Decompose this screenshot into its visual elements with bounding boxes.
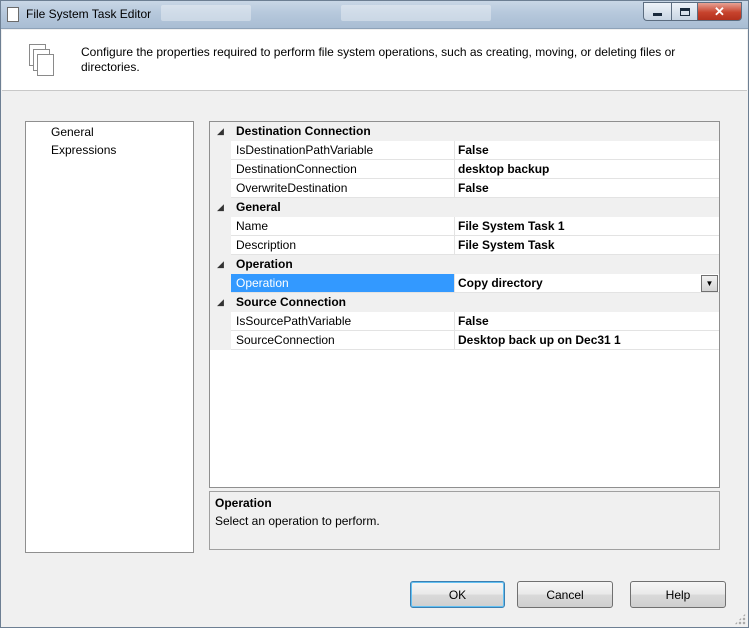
close-icon: ✕ xyxy=(714,3,725,19)
description-pane: Operation Select an operation to perform… xyxy=(209,491,720,550)
property-value[interactable]: File System Task 1 xyxy=(455,217,719,236)
property-name: Name xyxy=(231,217,455,236)
property-row[interactable]: Description File System Task xyxy=(210,236,719,255)
resize-grip[interactable] xyxy=(734,613,746,625)
property-row[interactable]: Name File System Task 1 xyxy=(210,217,719,236)
category-destination-connection[interactable]: ◢ Destination Connection xyxy=(210,122,719,141)
property-value[interactable]: False xyxy=(455,179,719,198)
description-title: Operation xyxy=(215,496,272,510)
nav-item-general[interactable]: General xyxy=(50,124,95,140)
property-name: SourceConnection xyxy=(231,331,455,350)
property-name: IsSourcePathVariable xyxy=(231,312,455,331)
property-name: OverwriteDestination xyxy=(231,179,455,198)
category-source-connection[interactable]: ◢ Source Connection xyxy=(210,293,719,312)
property-name: Description xyxy=(231,236,455,255)
property-row[interactable]: DestinationConnection desktop backup xyxy=(210,160,719,179)
page-navigation: General Expressions xyxy=(25,121,194,553)
collapse-triangle-icon[interactable]: ◢ xyxy=(210,198,231,217)
help-button[interactable]: Help xyxy=(630,581,726,608)
title-bar[interactable]: File System Task Editor ✕ xyxy=(1,1,748,29)
document-icon xyxy=(4,7,19,24)
property-name: Operation xyxy=(231,274,455,293)
chevron-down-icon[interactable]: ▼ xyxy=(701,275,718,292)
property-name: IsDestinationPathVariable xyxy=(231,141,455,160)
category-label: General xyxy=(236,200,281,214)
nav-item-expressions[interactable]: Expressions xyxy=(50,142,117,158)
minimize-icon xyxy=(653,13,662,16)
property-row[interactable]: OverwriteDestination False xyxy=(210,179,719,198)
property-row[interactable]: IsDestinationPathVariable False xyxy=(210,141,719,160)
property-row-selected[interactable]: Operation Copy directory ▼ xyxy=(210,274,719,293)
header-banner: Configure the properties required to per… xyxy=(2,30,747,91)
property-value[interactable]: desktop backup xyxy=(455,160,719,179)
property-grid: ◢ Destination Connection IsDestinationPa… xyxy=(209,121,720,488)
category-label: Destination Connection xyxy=(236,124,371,138)
caption-buttons: ✕ xyxy=(643,2,742,21)
maximize-button[interactable] xyxy=(671,2,697,21)
close-button[interactable]: ✕ xyxy=(697,2,742,21)
collapse-triangle-icon[interactable]: ◢ xyxy=(210,255,231,274)
maximize-icon xyxy=(679,7,690,16)
category-general[interactable]: ◢ General xyxy=(210,198,719,217)
category-operation[interactable]: ◢ Operation xyxy=(210,255,719,274)
description-text: Select an operation to perform. xyxy=(215,514,380,528)
file-system-task-editor-window: File System Task Editor ✕ Configure the … xyxy=(0,0,749,628)
property-row[interactable]: SourceConnection Desktop back up on Dec3… xyxy=(210,331,719,350)
property-value[interactable]: Desktop back up on Dec31 1 xyxy=(455,331,719,350)
minimize-button[interactable] xyxy=(643,2,671,21)
stacked-pages-icon xyxy=(29,44,55,78)
property-value[interactable]: False xyxy=(455,141,719,160)
operation-select[interactable]: Copy directory ▼ xyxy=(455,274,719,293)
background-blur xyxy=(161,5,251,21)
ok-button[interactable]: OK xyxy=(410,581,505,608)
collapse-triangle-icon[interactable]: ◢ xyxy=(210,122,231,141)
category-label: Operation xyxy=(236,257,293,271)
banner-description: Configure the properties required to per… xyxy=(81,45,676,74)
property-value[interactable]: False xyxy=(455,312,719,331)
collapse-triangle-icon[interactable]: ◢ xyxy=(210,293,231,312)
window-title: File System Task Editor xyxy=(26,7,152,21)
property-row[interactable]: IsSourcePathVariable False xyxy=(210,312,719,331)
background-blur xyxy=(341,5,491,21)
category-label: Source Connection xyxy=(236,295,347,309)
cancel-button[interactable]: Cancel xyxy=(517,581,613,608)
property-value: Copy directory xyxy=(458,276,543,290)
property-value[interactable]: File System Task xyxy=(455,236,719,255)
property-name: DestinationConnection xyxy=(231,160,455,179)
